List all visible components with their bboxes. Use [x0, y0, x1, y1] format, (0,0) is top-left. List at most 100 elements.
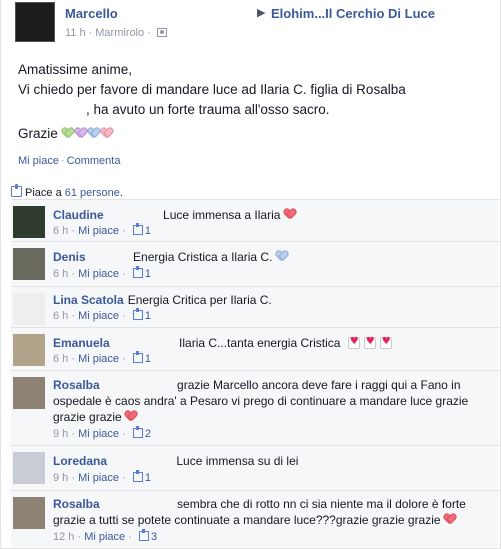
comment-text: Luce immensa su di lei: [176, 454, 299, 468]
comment-text: grazie Marcello ancora deve fare i raggi…: [177, 378, 461, 392]
green-heart-icon: [62, 128, 74, 139]
commenter-avatar[interactable]: [13, 497, 45, 529]
author-avatar[interactable]: [15, 2, 55, 42]
post-line-1: Amatissime anime,: [18, 62, 133, 77]
commenter-name[interactable]: Rosalba: [53, 378, 100, 392]
like-button[interactable]: Mi piace: [18, 155, 59, 167]
comment-meta: 9 h · Mi piace · 1: [53, 470, 151, 484]
commenter-name[interactable]: Lina Scatola: [53, 293, 124, 307]
comment-meta: 9 h · Mi piace · 2: [53, 426, 151, 440]
comment-like-count[interactable]: 1: [145, 310, 151, 322]
comment-time[interactable]: 6 h: [53, 353, 68, 365]
comment-time[interactable]: 9 h: [53, 428, 68, 440]
commenter-name[interactable]: Denis: [53, 250, 86, 264]
comment-line: Denis Energia Cristica a Ilaria C.: [53, 250, 289, 264]
comment-line: Rosalba grazie Marcello ancora deve fare…: [53, 378, 461, 392]
comment-text: sembra che di rotto nn ci sia niente ma …: [177, 497, 466, 511]
comment-like-count[interactable]: 1: [145, 472, 151, 484]
thumbs-up-icon: [132, 223, 143, 235]
author-name[interactable]: Marcello: [65, 6, 118, 21]
comment-time[interactable]: 6 h: [53, 268, 68, 280]
comment-line: Emanuela Ilaria C...tanta energia Cristi…: [53, 336, 392, 350]
post-line-4-text: Grazie: [18, 126, 58, 141]
comment-like-count[interactable]: 3: [151, 531, 157, 543]
comment-like-count[interactable]: 1: [145, 225, 151, 237]
comment-time[interactable]: 6 h: [53, 225, 68, 237]
heart-emoji-icon: [363, 336, 376, 349]
comment-meta: 12 h · Mi piace · 3: [53, 529, 158, 543]
comment-item: Claudine Luce immensa a Ilaria 6 h · Mi …: [11, 200, 499, 240]
comment-like-count[interactable]: 2: [145, 428, 151, 440]
audience-icon[interactable]: [156, 28, 167, 37]
likes-suffix: .: [119, 187, 123, 199]
comment-text: Energia Critica per Ilaria C.: [127, 293, 272, 307]
comment-line: grazie grazie: [53, 410, 138, 424]
likes-link[interactable]: 61 persone: [65, 187, 120, 199]
thumbs-up-icon: [132, 426, 143, 438]
comment-time[interactable]: 12 h: [53, 531, 74, 543]
thumbs-up-icon: [132, 308, 143, 320]
comment-line: Claudine Luce immensa a Ilaria: [53, 208, 297, 222]
red-heart-icon: [284, 209, 296, 220]
comment-item: Rosalba sembra che di rotto nn ci sia ni…: [11, 490, 499, 548]
comment-like-count[interactable]: 1: [145, 353, 151, 365]
comment-text: Luce immensa a Ilaria: [163, 208, 281, 222]
comment-time[interactable]: 6 h: [53, 310, 68, 322]
thumbs-up-icon: [138, 529, 149, 541]
pink-heart-icon: [101, 128, 113, 139]
comment-like-button[interactable]: Mi piace: [78, 472, 119, 484]
heart-emoji-icon: [379, 336, 392, 349]
comment-text: Ilaria C...tanta energia Cristica: [179, 336, 341, 350]
commenter-avatar[interactable]: [13, 334, 45, 366]
comment-text: grazie a tutti se potete continuate a ma…: [53, 513, 441, 527]
comment-item: Rosalba grazie Marcello ancora deve fare…: [11, 370, 499, 444]
commenter-name[interactable]: Rosalba: [53, 497, 100, 511]
commenter-name[interactable]: Claudine: [53, 208, 104, 222]
heart-emoji-icon: [347, 336, 360, 349]
commenter-name[interactable]: Loredana: [53, 454, 107, 468]
comment-like-button[interactable]: Mi piace: [78, 310, 119, 322]
comment-text: grazie grazie: [53, 410, 122, 424]
post-location[interactable]: Marmirolo: [95, 27, 144, 39]
post-line-2: Vi chiedo per favore di mandare luce ad …: [18, 82, 406, 97]
commenter-avatar[interactable]: [13, 377, 45, 409]
comment-meta: 6 h · Mi piace · 1: [53, 308, 151, 322]
commenter-avatar[interactable]: [13, 248, 45, 280]
comment-like-button[interactable]: Mi piace: [78, 268, 119, 280]
thumbs-up-icon: [132, 266, 143, 278]
post-meta: 11 h · Marmirolo ·: [65, 27, 167, 39]
post-actions: Mi piace · Commenta: [18, 155, 121, 167]
comment-like-button[interactable]: Mi piace: [78, 428, 119, 440]
comment-line: Rosalba sembra che di rotto nn ci sia ni…: [53, 497, 466, 511]
thumbs-up-icon: [11, 184, 22, 197]
comment-time[interactable]: 9 h: [53, 472, 68, 484]
thumbs-up-icon: [132, 470, 143, 482]
commenter-avatar[interactable]: [13, 293, 45, 325]
comment-item: Denis Energia Cristica a Ilaria C. 6 h ·…: [11, 241, 499, 285]
comment-line: Loredana Luce immensa su di lei: [53, 454, 298, 468]
comment-like-button[interactable]: Mi piace: [78, 225, 119, 237]
comment-meta: 6 h · Mi piace · 1: [53, 351, 151, 365]
commenter-name[interactable]: Emanuela: [53, 336, 110, 350]
blue-heart-icon: [276, 251, 288, 262]
comment-meta: 6 h · Mi piace · 1: [53, 266, 151, 280]
comment-meta: 6 h · Mi piace · 1: [53, 223, 151, 237]
comment-like-button[interactable]: Mi piace: [84, 531, 125, 543]
comment-button[interactable]: Commenta: [67, 155, 121, 167]
post-time[interactable]: 11 h: [65, 27, 86, 39]
commenter-avatar[interactable]: [13, 452, 45, 484]
comment-text: Energia Cristica a Ilaria C.: [133, 250, 273, 264]
comment-like-count[interactable]: 1: [145, 268, 151, 280]
comment-item: Lina Scatola Energia Critica per Ilaria C…: [11, 286, 499, 326]
group-name[interactable]: Elohim...Il Cerchio Di Luce: [271, 6, 435, 21]
purple-heart-icon: [75, 128, 87, 139]
comment-like-button[interactable]: Mi piace: [78, 353, 119, 365]
likes-prefix: Piace a: [25, 187, 62, 199]
comment-item: Loredana Luce immensa su di lei 9 h · Mi…: [11, 445, 499, 489]
red-heart-icon: [125, 411, 137, 422]
comment-line: grazie a tutti se potete continuate a ma…: [53, 513, 457, 527]
commenter-avatar[interactable]: [13, 206, 45, 238]
red-heart-icon: [444, 514, 456, 525]
comment-item: Emanuela Ilaria C...tanta energia Cristi…: [11, 327, 499, 369]
thumbs-up-icon: [132, 351, 143, 363]
